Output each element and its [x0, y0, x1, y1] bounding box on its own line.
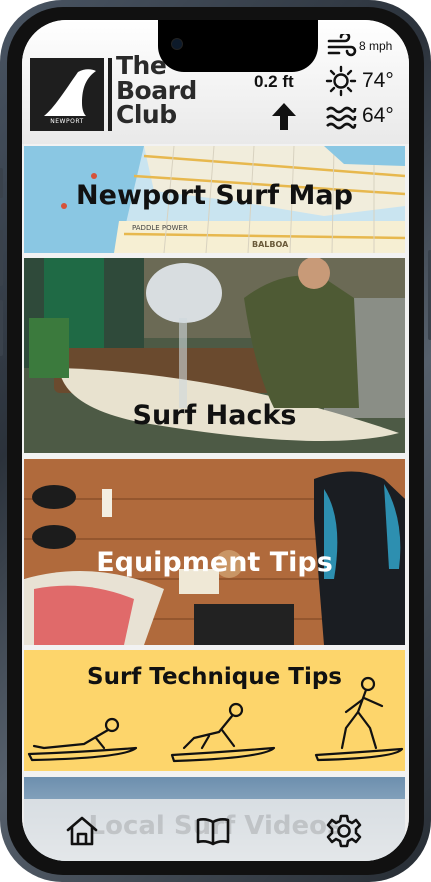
volume-down-button — [0, 300, 3, 356]
home-icon[interactable] — [64, 813, 100, 849]
camera-icon — [171, 38, 183, 50]
brand-logo[interactable]: NEWPORT — [30, 58, 104, 131]
gear-icon[interactable] — [326, 813, 362, 849]
side-button — [0, 168, 3, 198]
surf-map-label: Newport Surf Map — [76, 180, 353, 211]
bottom-nav: Local Surf Videos — [22, 799, 409, 861]
air-temp-value: 74° — [362, 69, 394, 92]
brand-name-line-3: Club — [116, 100, 177, 129]
map-street-label-2: PADDLE POWER — [132, 224, 188, 232]
surf-hacks-label: Surf Hacks — [132, 400, 297, 431]
equipment-tips-label: Equipment Tips — [96, 547, 333, 578]
waves-icon — [326, 106, 357, 130]
map-street-label-1: BALBOA — [252, 240, 289, 249]
equipment-tips-card[interactable]: Equipment Tips — [24, 459, 405, 645]
surf-map-card[interactable]: PADDLE POWER BALBOA Newport Surf Map — [24, 146, 405, 253]
logo-divider — [108, 58, 112, 131]
logo-badge-text: NEWPORT — [50, 118, 84, 125]
book-icon[interactable] — [195, 813, 231, 849]
arrow-up-icon — [272, 103, 296, 130]
surf-hacks-card[interactable]: Surf Hacks — [24, 258, 405, 453]
surf-technique-card[interactable]: Surf Technique Tips — [24, 650, 405, 771]
app-screen: NEWPORT The Board Club 0.2 ft 8 mph 74° … — [22, 20, 409, 861]
water-temp-value: 64° — [362, 104, 394, 127]
surfer-poses-illustration — [27, 676, 404, 763]
tide-value: 0.2 ft — [254, 72, 294, 91]
wind-icon — [327, 34, 357, 57]
sun-icon — [325, 65, 357, 97]
wind-value: 8 mph — [359, 39, 393, 53]
volume-up-button — [0, 230, 3, 286]
